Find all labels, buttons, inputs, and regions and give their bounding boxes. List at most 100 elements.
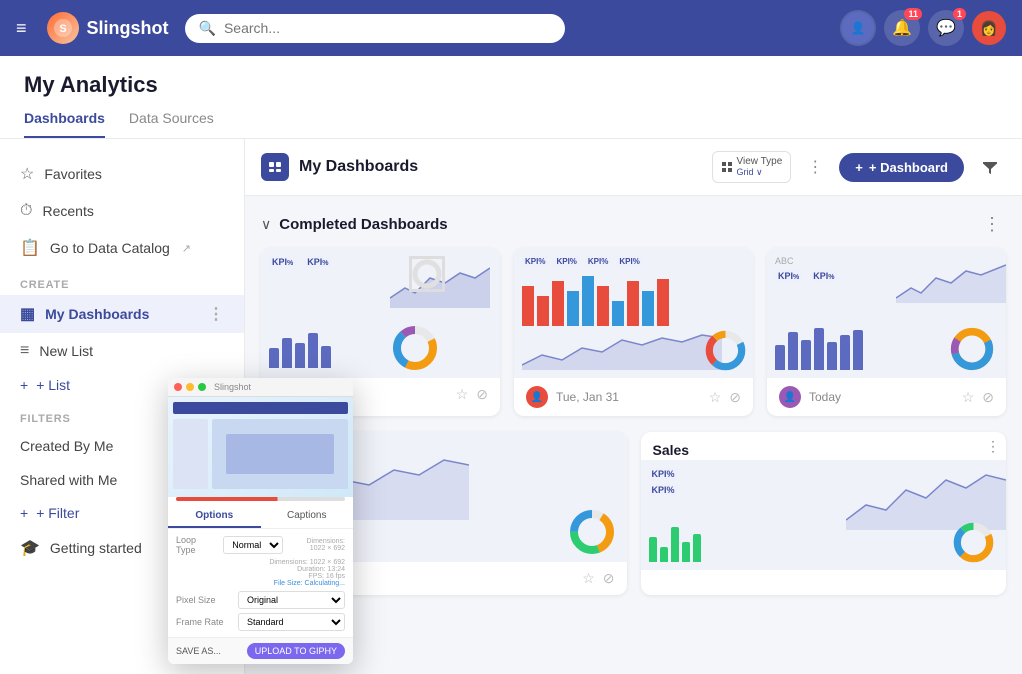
sidebar-item-label: Go to Data Catalog [50,240,170,256]
card-user-avatar: 👤 [526,386,548,408]
dashboard-card[interactable]: ABC KPI% KPI% [767,248,1006,416]
maximize-traffic-light[interactable] [198,383,206,391]
dashboard-card-sales[interactable]: ⋮ Sales KPI% KPI% [641,432,1007,595]
video-preview [168,397,353,497]
dashboard-icon: ▦ [20,304,35,324]
logo-icon: S [47,12,79,44]
filter-button[interactable] [974,151,1006,183]
second-row-grid: ⋮ [245,432,1022,611]
add-btn-label: + Dashboard [869,160,948,175]
hamburger-menu[interactable]: ≡ [16,18,27,39]
messages-button[interactable]: 💬 1 [928,10,964,46]
search-icon: 🔍 [199,20,216,37]
share-action-icon[interactable]: ⊘ [476,386,488,403]
card-preview: KPI% KPI% [641,460,1007,570]
card-title-row: Sales [641,432,1007,460]
more-icon[interactable]: ⋮ [208,304,224,324]
save-as-button[interactable]: SAVE AS... [176,646,221,656]
video-bottom-bar: SAVE AS... UPLOAD TO GIPHY [168,637,353,664]
sales-card-title: Sales [653,442,690,458]
search-input[interactable] [224,20,551,36]
circle-chart [412,259,442,289]
pixel-size-label: Pixel Size [176,595,232,605]
notifications-button[interactable]: 🔔 11 [884,10,920,46]
kpi-badge: KPI% [269,256,296,268]
view-type-label: View Type [737,156,783,167]
sidebar-item-recents[interactable]: ⏱ Recents [0,193,244,229]
video-progress[interactable] [176,497,345,501]
panel-title: My Dashboards [299,158,702,176]
minimize-traffic-light[interactable] [186,383,194,391]
main-container: My Analytics Dashboards Data Sources ☆ F… [0,56,1022,674]
donut-chart-4 [567,507,617,557]
dashboard-card[interactable]: KPI% KPI% KPI% KPI% [514,248,753,416]
loop-type-row: Loop Type Normal Dimensions: 1022 × 692 [176,535,345,555]
card-preview: KPI% KPI% [261,248,500,378]
page-title: My Analytics [24,72,998,98]
sidebar-item-label: Getting started [50,540,142,556]
tab-dashboards[interactable]: Dashboards [24,110,105,138]
view-type-button[interactable]: View Type Grid ∨ [712,151,792,183]
help-button[interactable]: 👤 [840,10,876,46]
donut-chart-5 [951,520,996,565]
share-action-icon[interactable]: ⊘ [982,389,994,406]
clock-icon: ⏱ [20,202,32,220]
frame-rate-select[interactable]: Standard [238,613,345,631]
upload-to-giphy-button[interactable]: UPLOAD TO GIPHY [247,643,345,659]
plus-filter-icon: + [20,505,28,521]
share-action-icon[interactable]: ⊘ [603,570,615,587]
frame-rate-label: Frame Rate [176,617,232,627]
help-avatar: 👤 [842,12,874,44]
pixel-size-select[interactable]: Original [238,591,345,609]
star-action-icon[interactable]: ☆ [962,389,975,406]
star-action-icon[interactable]: ☆ [582,570,595,587]
sidebar-item-data-catalog[interactable]: 📋 Go to Data Catalog ↗ [0,229,244,267]
video-form: Loop Type Normal Dimensions: 1022 × 692 … [168,529,353,637]
chevron-down-icon[interactable]: ∨ [261,216,271,233]
sidebar-item-new-list[interactable]: ≡ New List [0,333,244,369]
list-icon: ≡ [20,342,29,360]
video-modal: Slingshot Options Captions Loop Type Nor… [168,378,353,664]
sidebar-item-my-dashboards[interactable]: ▦ My Dashboards ⋮ [0,295,244,333]
search-bar: 🔍 [185,14,565,43]
star-icon: ☆ [20,164,34,184]
app-logo: S Slingshot [47,12,169,44]
panel-topbar: My Dashboards View Type Grid ∨ ⋮ + + Das… [245,139,1022,196]
bell-icon: 🔔 [892,18,912,38]
close-traffic-light[interactable] [174,383,182,391]
sidebar-item-favorites[interactable]: ☆ Favorites [0,155,244,193]
bar-chart-2 [522,271,742,326]
user-avatar[interactable]: 👩 [972,11,1006,45]
section-title: Completed Dashboards [279,216,970,233]
card-date: Tue, Jan 31 [556,390,701,404]
message-badge: 1 [953,8,966,20]
sidebar-item-label: Recents [42,203,93,219]
donut-chart-1 [390,323,440,373]
donut-chart-3 [948,325,996,373]
card-more-button[interactable]: ⋮ [986,438,1000,455]
loop-type-select[interactable]: Normal [223,536,283,554]
video-topbar: Slingshot [168,378,353,397]
area-chart-2 [522,330,722,370]
share-action-icon[interactable]: ⊘ [729,389,741,406]
card-preview: KPI% KPI% KPI% KPI% [514,248,753,378]
star-action-icon[interactable]: ☆ [709,389,722,406]
video-app-name: Slingshot [214,382,251,392]
line-chart-3 [896,253,1006,303]
star-action-icon[interactable]: ☆ [456,386,469,403]
pixel-size-row: Pixel Size Original [176,591,345,609]
video-tab-options[interactable]: Options [168,505,261,528]
video-tab-captions[interactable]: Captions [261,505,354,528]
catalog-icon: 📋 [20,238,40,258]
completed-dashboards-header: ∨ Completed Dashboards ⋮ [245,196,1022,248]
dashboard-grid: KPI% KPI% [245,248,1022,432]
sidebar-item-label: New List [39,343,93,359]
panel-more-button[interactable]: ⋮ [801,153,829,181]
card-preview: ABC KPI% KPI% [767,248,1006,378]
section-more-button[interactable]: ⋮ [978,210,1006,238]
card-user-avatar: 👤 [779,386,801,408]
add-dashboard-button[interactable]: + + Dashboard [839,153,964,182]
main-tabs: Dashboards Data Sources [24,110,998,138]
tab-data-sources[interactable]: Data Sources [129,110,214,138]
graduation-icon: 🎓 [20,538,40,558]
